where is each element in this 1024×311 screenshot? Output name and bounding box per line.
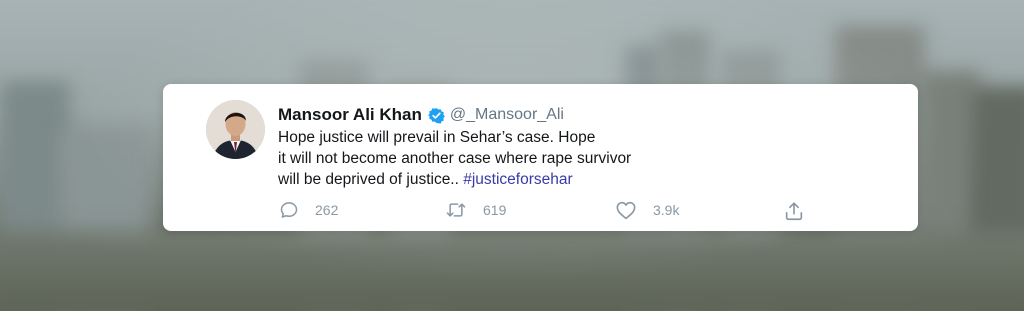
retweet-button[interactable]: 619	[445, 200, 506, 220]
retweet-icon	[445, 200, 467, 220]
tweet-text-line: Hope justice will prevail in Sehar’s cas…	[278, 129, 596, 146]
author-name[interactable]: Mansoor Ali Khan	[278, 105, 422, 125]
hashtag-link[interactable]: #justiceforsehar	[463, 171, 572, 188]
retweet-count: 619	[483, 202, 507, 218]
avatar[interactable]	[206, 100, 265, 159]
reply-count: 262	[315, 202, 339, 218]
reply-button[interactable]: 262	[279, 200, 338, 220]
author-handle[interactable]: @_Mansoor_Ali	[450, 106, 564, 124]
tweet-text-line: will be deprived of justice.. #justicefo…	[278, 169, 698, 190]
share-icon	[783, 200, 805, 222]
tweet-card: Mansoor Ali Khan @_Mansoor_Ali Hope just…	[163, 84, 918, 231]
share-button[interactable]	[783, 200, 805, 222]
like-button[interactable]: 3.9k	[615, 200, 679, 220]
heart-icon	[615, 200, 637, 220]
tweet-text-line: it will not become another case where ra…	[278, 150, 632, 167]
tweet-header: Mansoor Ali Khan @_Mansoor_Ali	[278, 104, 564, 126]
reply-icon	[279, 200, 299, 220]
tweet-text: Hope justice will prevail in Sehar’s cas…	[278, 127, 698, 190]
verified-badge-icon	[428, 107, 445, 124]
like-count: 3.9k	[653, 202, 680, 218]
tweet-text-line-part: will be deprived of justice..	[278, 171, 464, 188]
